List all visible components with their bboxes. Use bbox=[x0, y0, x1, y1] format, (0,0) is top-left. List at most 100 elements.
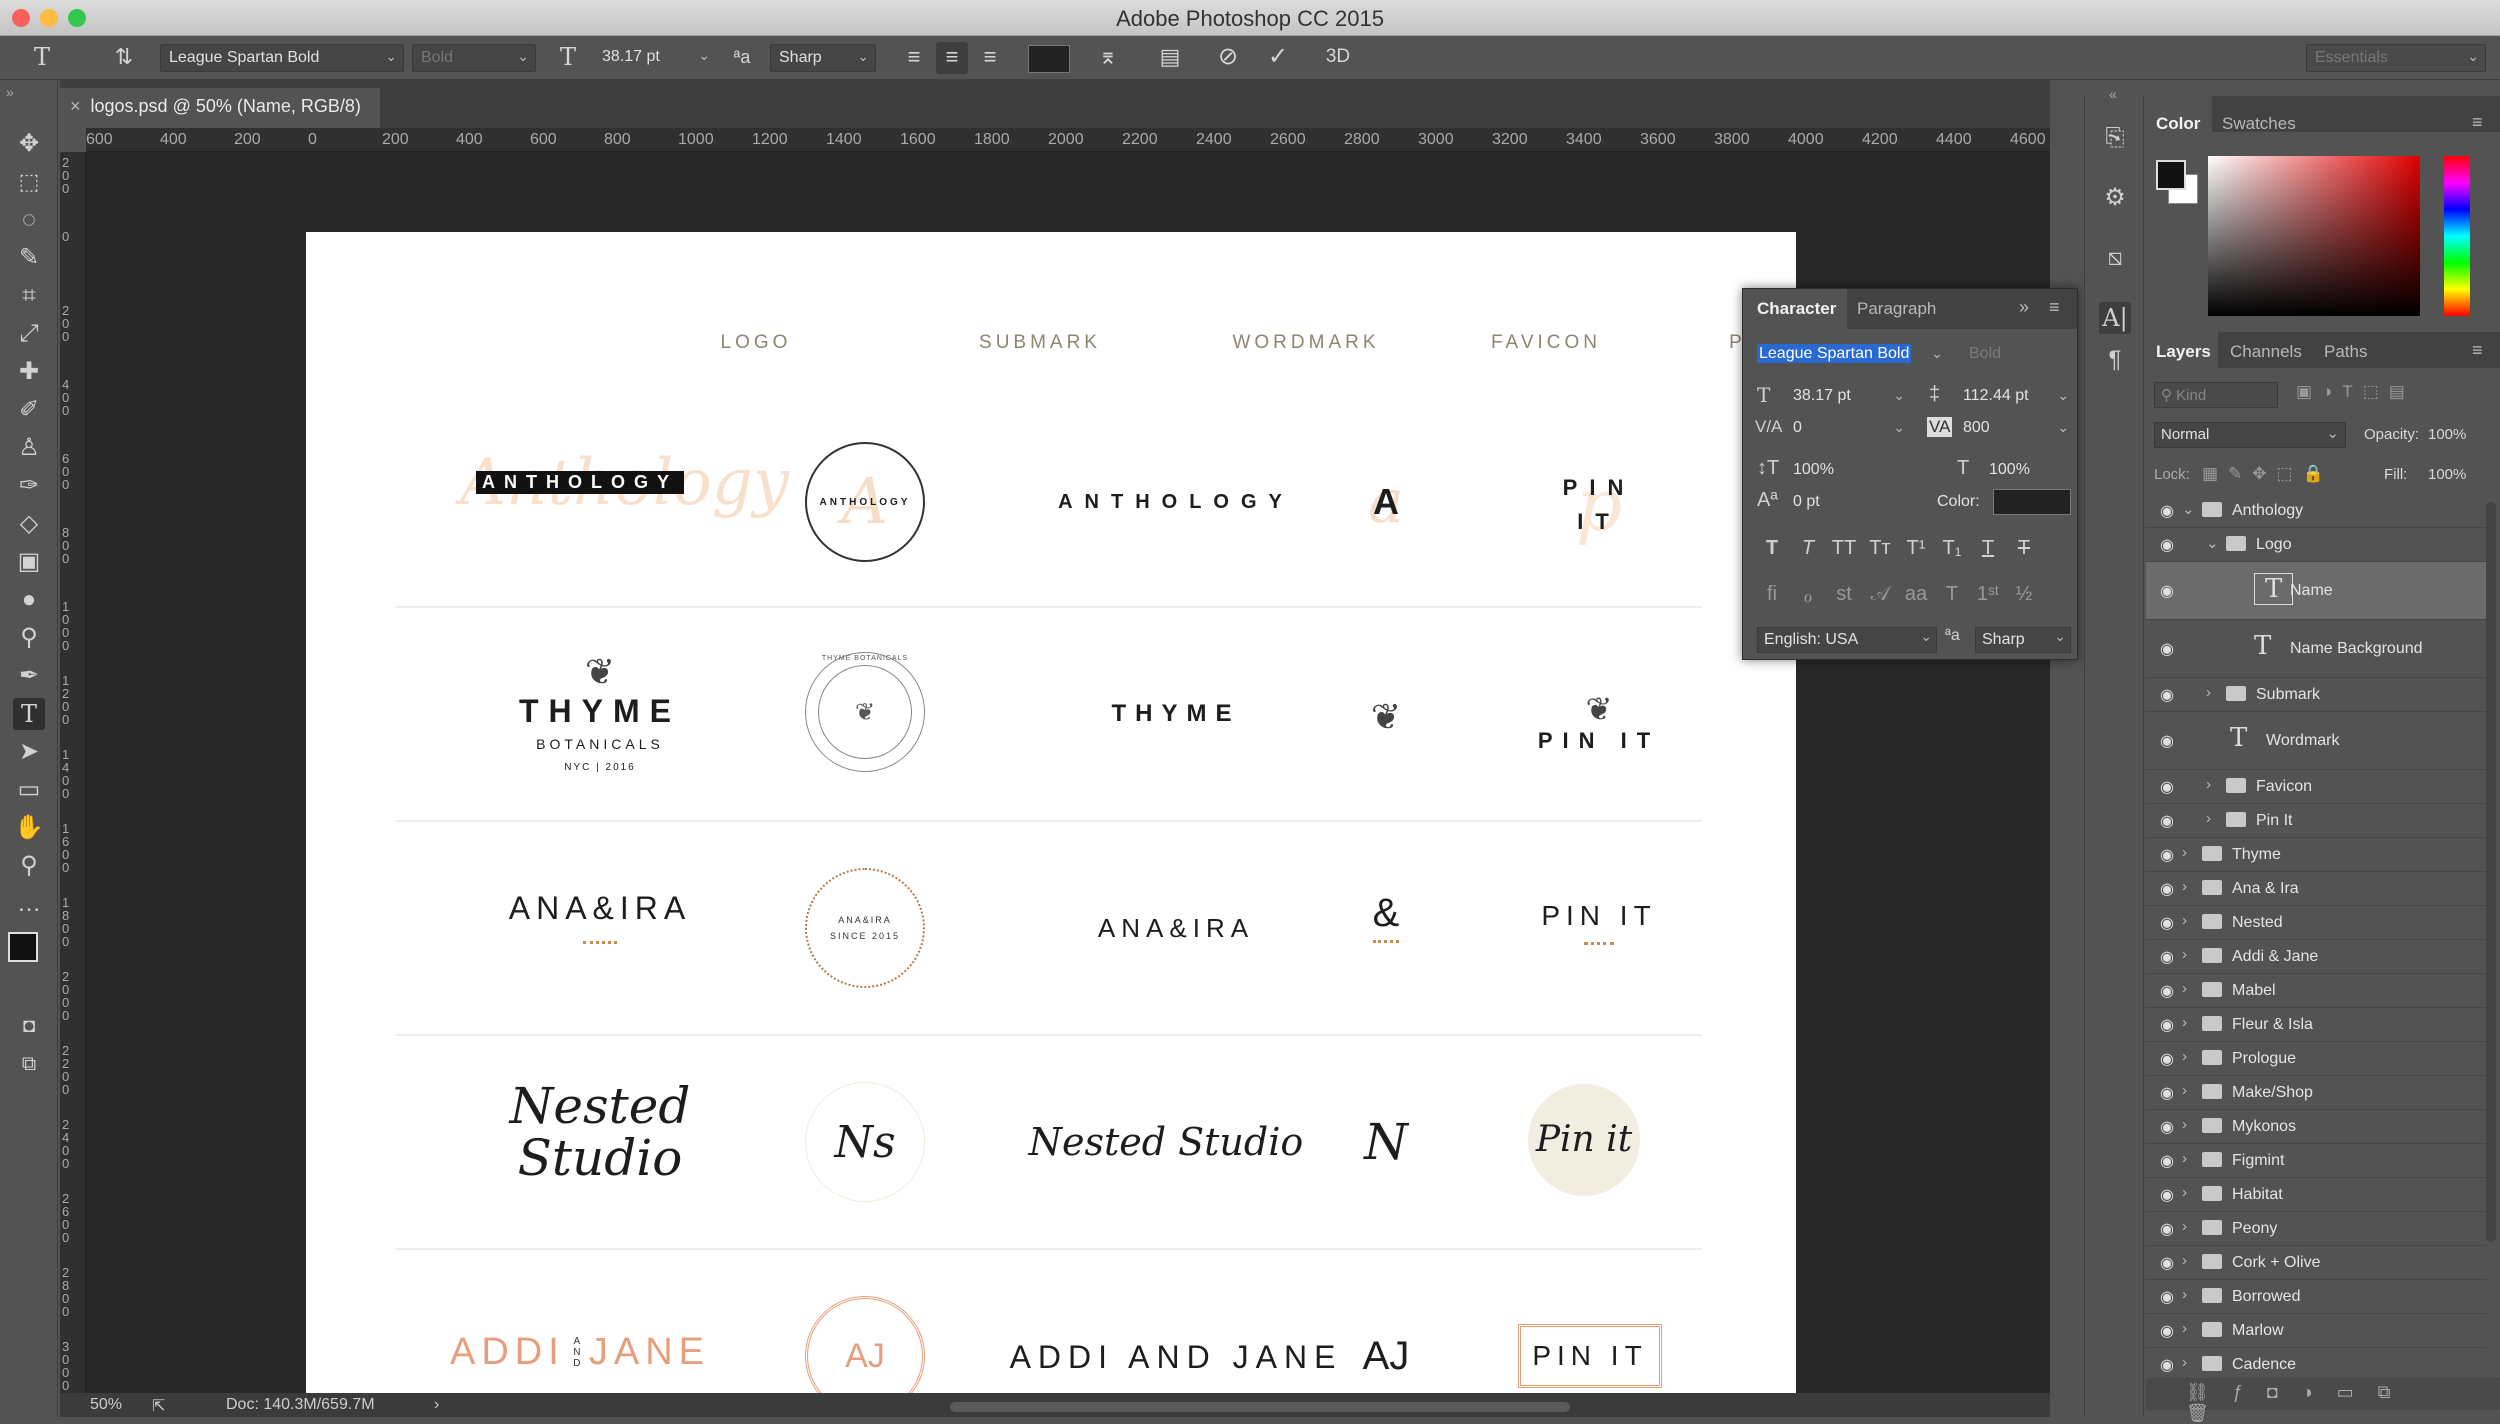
language-dropdown[interactable]: English: USA ⌄ bbox=[1757, 627, 1937, 653]
share-icon[interactable]: ⇱ bbox=[152, 1396, 165, 1416]
visibility-eye-icon[interactable]: ◉ bbox=[2160, 879, 2174, 899]
char-kerning-field[interactable]: 0 ⌄ bbox=[1793, 419, 1909, 445]
opacity-field[interactable]: 100% bbox=[2428, 426, 2466, 443]
dodge-tool-icon[interactable]: ⚲ bbox=[13, 622, 45, 654]
char-baseline-field[interactable]: 0 pt bbox=[1793, 493, 1903, 519]
visibility-eye-icon[interactable]: ◉ bbox=[2160, 1355, 2174, 1374]
superscript-icon[interactable]: T¹ bbox=[1901, 537, 1931, 560]
expand-group-icon[interactable]: › bbox=[2182, 1320, 2187, 1337]
char-font-family-dropdown[interactable]: League Spartan Bold ⌄ bbox=[1757, 344, 1947, 371]
close-tab-icon[interactable]: × bbox=[70, 96, 81, 116]
visibility-eye-icon[interactable]: ◉ bbox=[2160, 1287, 2174, 1307]
tab-layers[interactable]: Layers bbox=[2156, 342, 2211, 362]
char-font-style-dropdown[interactable]: Bold bbox=[1969, 345, 2069, 371]
layer-row[interactable]: ◉ ⌄ Logo bbox=[2146, 528, 2486, 562]
layer-row[interactable]: ◉ › Pin It bbox=[2146, 804, 2486, 838]
layer-row[interactable]: ◉ T Wordmark bbox=[2146, 712, 2486, 770]
layer-row[interactable]: ◉ › Mykonos bbox=[2146, 1110, 2486, 1144]
tab-paths[interactable]: Paths bbox=[2324, 342, 2367, 362]
discretionary-ligatures-icon[interactable]: ℴ bbox=[1793, 583, 1823, 608]
visibility-eye-icon[interactable]: ◉ bbox=[2160, 1321, 2174, 1341]
color-panel-menu-icon[interactable]: ≡ bbox=[2472, 112, 2483, 133]
layer-row[interactable]: ◉ › Cork + Olive bbox=[2146, 1246, 2486, 1280]
visibility-eye-icon[interactable]: ◉ bbox=[2160, 1151, 2174, 1171]
char-vscale-field[interactable]: 100% bbox=[1793, 461, 1903, 487]
eraser-tool-icon[interactable]: ◇ bbox=[13, 508, 45, 540]
cancel-edits-icon[interactable]: ⊘ bbox=[1212, 42, 1244, 74]
quick-select-tool-icon[interactable]: ✎ bbox=[13, 242, 45, 274]
commit-edits-icon[interactable]: ✓ bbox=[1262, 42, 1294, 74]
screen-mode-icon[interactable]: ⧉ bbox=[13, 1048, 45, 1080]
color-foreground-swatch[interactable] bbox=[2156, 160, 2186, 190]
layer-row[interactable]: ◉ › Prologue bbox=[2146, 1042, 2486, 1076]
crop-tool-icon[interactable]: ⌗ bbox=[13, 280, 45, 312]
workspace-dropdown[interactable]: Essentials ⌄ bbox=[2306, 44, 2486, 72]
path-selection-tool-icon[interactable]: ➤ bbox=[13, 736, 45, 768]
char-size-field[interactable]: 38.17 pt ⌄ bbox=[1793, 387, 1909, 413]
visibility-eye-icon[interactable]: ◉ bbox=[2160, 1049, 2174, 1069]
collapse-strip-icon[interactable]: « bbox=[2109, 86, 2117, 102]
visibility-eye-icon[interactable]: ◉ bbox=[2160, 1253, 2174, 1273]
historical-ligatures-icon[interactable]: st bbox=[1829, 583, 1859, 606]
layer-row[interactable]: ◉ › Thyme bbox=[2146, 838, 2486, 872]
expand-group-icon[interactable]: › bbox=[2182, 878, 2187, 895]
underline-icon[interactable]: T bbox=[1973, 537, 2003, 560]
type-tool-preset-icon[interactable]: T bbox=[26, 42, 58, 74]
visibility-eye-icon[interactable]: ◉ bbox=[2160, 731, 2174, 751]
antialias-dropdown[interactable]: Sharp ⌄ bbox=[770, 44, 876, 72]
char-color-swatch[interactable] bbox=[1993, 489, 2071, 515]
clone-stamp-tool-icon[interactable]: ♙ bbox=[13, 432, 45, 464]
visibility-eye-icon[interactable]: ◉ bbox=[2160, 777, 2174, 797]
layer-row[interactable]: ◉ › Borrowed bbox=[2146, 1280, 2486, 1314]
visibility-eye-icon[interactable]: ◉ bbox=[2160, 1083, 2174, 1103]
char-hscale-field[interactable]: 100% bbox=[1989, 461, 2069, 487]
libraries-panel-icon[interactable]: ⧅ bbox=[2099, 242, 2131, 274]
visibility-eye-icon[interactable]: ◉ bbox=[2160, 913, 2174, 933]
toggle-panels-icon[interactable]: ▤ bbox=[1154, 42, 1186, 74]
char-tracking-field[interactable]: 800 ⌄ bbox=[1963, 419, 2073, 445]
layers-panel-menu-icon[interactable]: ≡ bbox=[2472, 340, 2483, 361]
hand-tool-icon[interactable]: ✋ bbox=[13, 812, 45, 844]
expand-group-icon[interactable]: › bbox=[2182, 1048, 2187, 1065]
stylistic-alternates-icon[interactable]: aa bbox=[1901, 583, 1931, 606]
visibility-eye-icon[interactable]: ◉ bbox=[2160, 685, 2174, 705]
align-center-icon[interactable]: ≡ bbox=[936, 42, 968, 74]
layer-filter-dropdown[interactable]: ⚲ Kind bbox=[2154, 382, 2278, 408]
char-leading-field[interactable]: 112.44 pt ⌄ bbox=[1963, 387, 2073, 413]
titling-alternates-icon[interactable]: T bbox=[1937, 583, 1967, 606]
expand-group-icon[interactable]: › bbox=[2182, 1252, 2187, 1269]
brush-tool-icon[interactable]: ✐ bbox=[13, 394, 45, 426]
quick-mask-icon[interactable]: ◘ bbox=[13, 1010, 45, 1042]
properties-panel-icon[interactable]: ⚙ bbox=[2099, 182, 2131, 214]
history-brush-tool-icon[interactable]: ✑ bbox=[13, 470, 45, 502]
blur-tool-icon[interactable]: ● bbox=[13, 584, 45, 616]
expand-group-icon[interactable]: › bbox=[2182, 1150, 2187, 1167]
tab-swatches[interactable]: Swatches bbox=[2222, 114, 2296, 134]
ordinals-icon[interactable]: 1ˢᵗ bbox=[1973, 583, 2003, 606]
visibility-eye-icon[interactable]: ◉ bbox=[2160, 639, 2174, 659]
tab-color[interactable]: Color bbox=[2156, 114, 2200, 134]
expand-group-icon[interactable]: › bbox=[2182, 946, 2187, 963]
align-right-icon[interactable]: ≡ bbox=[974, 42, 1006, 74]
visibility-eye-icon[interactable]: ◉ bbox=[2160, 947, 2174, 967]
panel-menu-icon[interactable]: ≡ bbox=[2049, 297, 2060, 318]
blend-mode-dropdown[interactable]: Normal ⌄ bbox=[2154, 422, 2346, 448]
expand-group-icon[interactable]: › bbox=[2206, 810, 2211, 827]
align-left-icon[interactable]: ≡ bbox=[898, 42, 930, 74]
visibility-eye-icon[interactable]: ◉ bbox=[2160, 811, 2174, 831]
visibility-eye-icon[interactable]: ◉ bbox=[2160, 845, 2174, 865]
gradient-tool-icon[interactable]: ▣ bbox=[13, 546, 45, 578]
layer-row[interactable]: ◉ › Marlow bbox=[2146, 1314, 2486, 1348]
fill-field[interactable]: 100% bbox=[2428, 466, 2466, 483]
char-antialias-dropdown[interactable]: Sharp ⌄ bbox=[1975, 627, 2071, 653]
warp-text-icon[interactable]: ⌆ bbox=[1092, 42, 1124, 74]
expand-group-icon[interactable]: › bbox=[2182, 1184, 2187, 1201]
paragraph-panel-icon[interactable]: ¶ bbox=[2099, 344, 2131, 376]
expand-group-icon[interactable]: › bbox=[2182, 1286, 2187, 1303]
fractions-icon[interactable]: ½ bbox=[2009, 583, 2039, 606]
subscript-icon[interactable]: T₁ bbox=[1937, 537, 1967, 560]
layer-row[interactable]: ◉ › Cadence bbox=[2146, 1348, 2486, 1374]
expand-group-icon[interactable]: › bbox=[2182, 1082, 2187, 1099]
visibility-eye-icon[interactable]: ◉ bbox=[2160, 1219, 2174, 1239]
layer-filter-icons[interactable]: ▣◑T⬚▤ bbox=[2296, 382, 2415, 402]
